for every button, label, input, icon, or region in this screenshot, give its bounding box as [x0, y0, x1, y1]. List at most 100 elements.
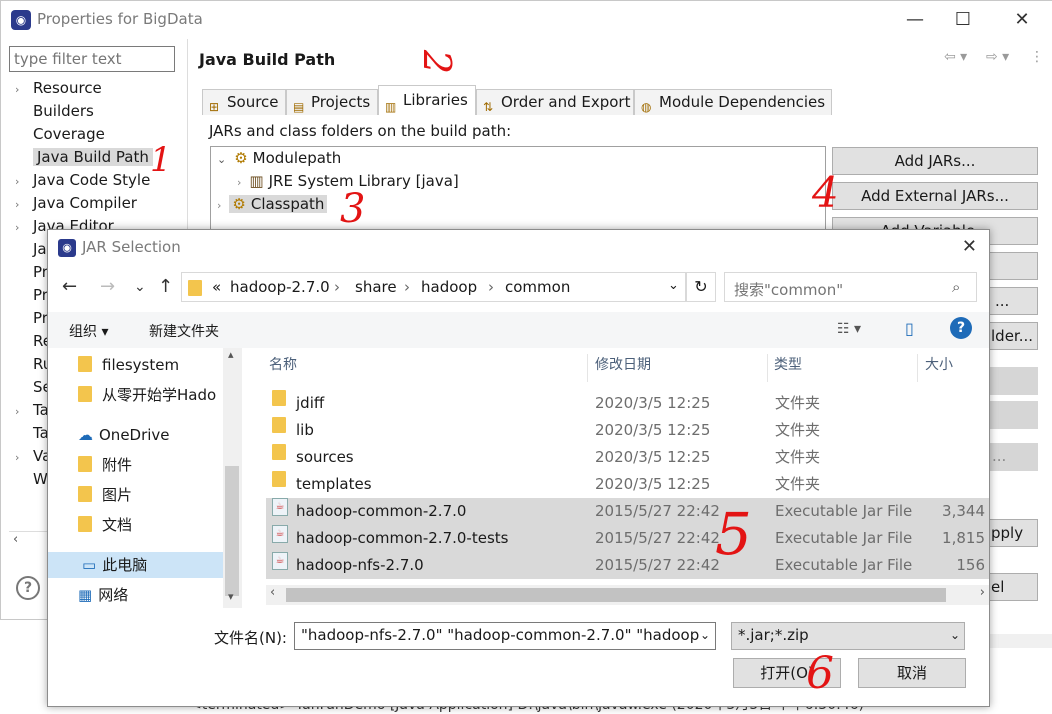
- modulepath-node[interactable]: ⌄ ⚙ Modulepath: [217, 147, 341, 169]
- back-nav-icon[interactable]: ⇦ ▾: [944, 49, 967, 65]
- modulepath-icon: ⚙: [234, 149, 248, 167]
- file-row[interactable]: ☕ hadoop-common-2.7.0-tests 2015/5/27 22:4…: [266, 525, 989, 552]
- nav-item[interactable]: ▦ 网络: [78, 582, 128, 608]
- file-date: 2015/5/27 22:42: [595, 529, 720, 547]
- crumb-hadoop[interactable]: hadoop-2.7.0: [230, 278, 330, 296]
- tab-projects[interactable]: ▤ Projects: [286, 89, 378, 115]
- close-window-button[interactable]: ✕: [1007, 7, 1037, 33]
- column-size[interactable]: 大小: [925, 348, 953, 382]
- tree-item[interactable]: › Java Code Style: [15, 169, 150, 191]
- nav-item[interactable]: ☁ OneDrive: [78, 422, 170, 448]
- folder-icon: [188, 280, 202, 296]
- tree-item[interactable]: Ta: [15, 422, 49, 444]
- file-row[interactable]: templates 2020/3/5 12:25 文件夹: [266, 471, 989, 498]
- tree-item[interactable]: › Java Compiler: [15, 192, 137, 214]
- cancel-properties-button[interactable]: el: [988, 573, 1038, 601]
- refresh-button[interactable]: ↻: [686, 272, 716, 302]
- apply-button[interactable]: pply: [988, 519, 1038, 547]
- add-external-jars-button[interactable]: Add External JARs...: [832, 182, 1038, 210]
- column-date[interactable]: 修改日期: [595, 348, 651, 382]
- nav-item-label: 文档: [102, 516, 133, 534]
- new-folder-button[interactable]: 新建文件夹: [149, 321, 219, 341]
- file-row[interactable]: lib 2020/3/5 12:25 文件夹: [266, 417, 989, 444]
- nav-item[interactable]: ▭ 此电脑: [48, 552, 223, 578]
- right-button-4[interactable]: [988, 252, 1038, 280]
- overflow-chevron[interactable]: «: [212, 278, 221, 296]
- file-row[interactable]: ☕ hadoop-nfs-2.7.0 2015/5/27 22:42 Executab…: [266, 552, 989, 579]
- recent-dropdown-icon[interactable]: ⌄: [134, 279, 146, 295]
- nav-item[interactable]: 图片: [78, 482, 132, 508]
- tree-item[interactable]: Ja: [15, 238, 47, 260]
- crumb-common[interactable]: common: [505, 278, 570, 296]
- forward-nav-icon[interactable]: ⇨ ▾: [986, 49, 1009, 65]
- search-input[interactable]: [724, 272, 977, 302]
- file-type: Executable Jar File: [775, 529, 913, 547]
- tree-item[interactable]: Pr: [15, 307, 48, 329]
- organize-button[interactable]: 组织 ▾: [69, 321, 108, 341]
- forward-button[interactable]: →: [100, 276, 115, 297]
- classpath-node[interactable]: › ⚙ Classpath: [217, 193, 328, 215]
- crumb-share[interactable]: share: [355, 278, 397, 296]
- column-type[interactable]: 类型: [774, 348, 802, 382]
- projects-icon: ▤: [293, 99, 305, 114]
- expand-icon: ›: [15, 221, 20, 234]
- tree-item[interactable]: › Ta: [15, 399, 49, 421]
- file-row[interactable]: ☕ hadoop-common-2.7.0 2015/5/27 22:42 Execu…: [266, 498, 989, 525]
- add-class-folder-button[interactable]: lder...: [988, 322, 1038, 350]
- nav-item[interactable]: 文档: [78, 512, 132, 538]
- nav-item[interactable]: filesystem: [78, 352, 179, 378]
- hscroll-thumb[interactable]: [286, 588, 946, 602]
- preview-pane-icon[interactable]: ▯: [905, 319, 914, 338]
- tree-item[interactable]: Java Build Path: [15, 146, 153, 168]
- help-icon[interactable]: ?: [950, 317, 972, 339]
- minimize-button[interactable]: —: [900, 7, 930, 33]
- file-size: 3,344: [942, 502, 985, 520]
- tree-item[interactable]: Coverage: [15, 123, 105, 145]
- address-bar[interactable]: « hadoop-2.7.0 › share › hadoop › common…: [181, 272, 686, 302]
- tab-module-dependencies[interactable]: ◍ Module Dependencies: [634, 89, 832, 115]
- tree-item[interactable]: › Resource: [15, 77, 102, 99]
- view-options-icon[interactable]: ☷ ▾: [837, 321, 861, 337]
- menu-icon[interactable]: ⋮: [1030, 49, 1044, 65]
- add-jars-button[interactable]: Add JARs...: [832, 147, 1038, 175]
- tab-order-export[interactable]: ⇅ Order and Export: [476, 89, 634, 115]
- filetype-dropdown-icon[interactable]: ⌄: [950, 628, 960, 642]
- tab-source[interactable]: ⊞ Source: [202, 89, 286, 115]
- tree-item[interactable]: Pr: [15, 284, 48, 306]
- filename-dropdown-icon[interactable]: ⌄: [700, 628, 710, 642]
- expand-icon: ›: [15, 83, 20, 96]
- crumb-hadoop-sub[interactable]: hadoop: [421, 278, 477, 296]
- file-date: 2015/5/27 22:42: [595, 556, 720, 574]
- filter-input[interactable]: [9, 46, 175, 72]
- annotation-5: 5: [715, 500, 752, 568]
- cancel-button[interactable]: 取消: [858, 658, 966, 688]
- nav-item[interactable]: 附件: [78, 452, 132, 478]
- file-row[interactable]: sources 2020/3/5 12:25 文件夹: [266, 444, 989, 471]
- tree-item-label: Coverage: [33, 125, 105, 143]
- file-list-hscroll[interactable]: ‹ ›: [266, 585, 989, 605]
- tree-item[interactable]: › Va: [15, 445, 51, 467]
- back-button[interactable]: ←: [62, 276, 77, 297]
- tab-libraries[interactable]: ▥ Libraries: [378, 85, 476, 115]
- column-name[interactable]: 名称: [269, 348, 297, 382]
- annotation-4: 4: [812, 168, 839, 217]
- dialog-close-button[interactable]: ✕: [962, 236, 977, 257]
- filename-label: 文件名(N):: [214, 629, 287, 647]
- address-dropdown-icon[interactable]: ⌄: [668, 278, 679, 293]
- nav-scrollbar[interactable]: ▴ ▾: [223, 348, 242, 608]
- filetype-select[interactable]: *.jar;*.zip: [731, 622, 965, 650]
- tree-item[interactable]: Builders: [15, 100, 94, 122]
- maximize-button[interactable]: ☐: [948, 7, 978, 33]
- nav-item[interactable]: 从零开始学Hado: [78, 382, 216, 408]
- tree-item[interactable]: Pr: [15, 261, 48, 283]
- expand-icon: ›: [15, 405, 20, 418]
- help-icon[interactable]: ?: [16, 576, 40, 600]
- file-row[interactable]: jdiff 2020/3/5 12:25 文件夹: [266, 390, 989, 417]
- dialog-toolbar: 组织 ▾ 新建文件夹 ☷ ▾ ▯ ?: [48, 312, 989, 348]
- tree-item[interactable]: W: [15, 468, 48, 490]
- right-button-5[interactable]: ...: [988, 287, 1038, 315]
- up-button[interactable]: ↑: [158, 276, 173, 297]
- nav-scroll-thumb[interactable]: [225, 466, 239, 596]
- nav-item-label: 图片: [102, 486, 133, 504]
- filename-input[interactable]: "hadoop-nfs-2.7.0" "hadoop-common-2.7.0"…: [294, 622, 716, 650]
